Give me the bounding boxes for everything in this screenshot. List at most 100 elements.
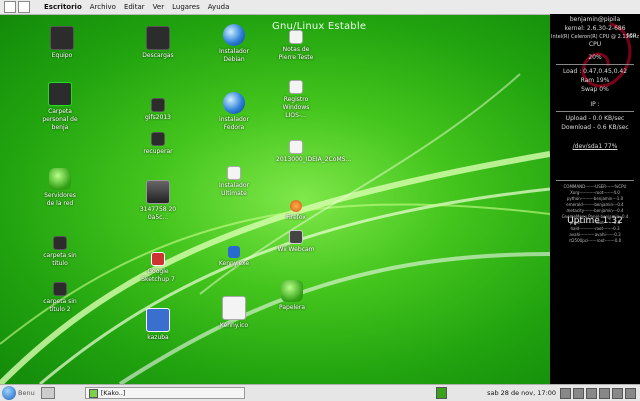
desktop-icon-equipo[interactable]: Equipo [42,26,82,60]
network-icon [49,168,71,190]
installer-globe-icon [223,92,245,114]
desktop-icon-home[interactable]: Carpeta personal de benja [40,82,80,132]
icon-label: gifs2013 [145,114,171,121]
desktop-icon-image[interactable]: 3147758 20 0a5c... [138,180,178,222]
icon-label: Servidores de la red [44,192,76,207]
icon-label: recuperar [143,148,173,155]
desktop-icon-installer-ultimate[interactable]: Instalador Ultimate [214,166,254,198]
wallpaper-swoosh [0,73,550,384]
tray-icon[interactable] [586,387,597,399]
icon-label: Wii Webcam [277,246,315,253]
icon-label: Descargas [142,52,174,59]
desktop-wallpaper [0,14,550,384]
computer-icon [50,26,74,50]
conky-ip: IP : [590,101,600,108]
icon-label: Equipo [51,52,73,59]
icon-label: 3147758 20 0a5c... [139,206,177,221]
panel-launchers [4,1,30,13]
webcam-icon [289,230,303,244]
desktop-icon-gifs[interactable]: gifs2013 [138,98,178,122]
desktop-icon-installer-fedora[interactable]: instalador Fedora [214,92,254,132]
tray-icon[interactable] [625,387,636,399]
menu-escritorio[interactable]: Escritorio [40,3,86,11]
tray-icon[interactable] [599,387,610,399]
icon-label: 2013000_IDEIA_2CoMS... [276,156,352,163]
icon-label: Instalador Debian [218,48,250,63]
taskbar-button[interactable]: [Kako..] [84,387,245,399]
desktop-icon-webcam[interactable]: Wii Webcam [276,230,316,254]
launcher-icon[interactable] [18,1,30,13]
system-tray [560,387,636,399]
conky-swap: Swap 0% [581,86,609,93]
menu-archivo[interactable]: Archivo [86,3,120,11]
desktop-icon-notas[interactable]: Notas de Pierre Teste [276,30,316,62]
show-desktop-icon[interactable] [40,387,55,399]
desktop-icon-descargas[interactable]: Descargas [138,26,178,60]
folder-icon [151,98,165,112]
conky-disk: /dev/sda1 77% [572,143,618,150]
document-icon [222,296,246,320]
desktop-icon-network[interactable]: Servidores de la red [40,168,80,208]
menu-ver[interactable]: Ver [149,3,168,11]
icon-label: kazuba [147,334,169,341]
volume-tray-icon[interactable] [573,387,584,399]
folder-icon [151,132,165,146]
desktop-icon-kazuba[interactable]: kazuba [138,308,178,342]
icon-label: Kenny.exe [218,260,250,267]
icon-label: Google Sketchup 7 [141,268,175,283]
launcher-icon[interactable] [4,1,16,13]
menu-lugares[interactable]: Lugares [168,3,204,11]
desktop-icon-kenny-ico[interactable]: Kenny.ico [214,296,254,330]
executable-icon [228,246,240,258]
desktop-icon-folder-2[interactable]: carpeta sin título 2 [40,282,80,314]
desktop-icon-registro[interactable]: Registro Windows LIOS-... [276,80,316,120]
conky-ram: Ram 19% [580,77,610,84]
conky-divider [556,180,634,181]
desktop-icon-2013000[interactable]: 2013000_IDEIA_2CoMS... [276,140,352,164]
menu-ayuda[interactable]: Ayuda [204,3,234,11]
icon-label: carpeta sin título 2 [43,298,77,313]
start-menu-label[interactable]: Benu [18,389,35,397]
desktop-icon-recuperar[interactable]: recuperar [138,132,178,156]
trash-icon [281,280,303,302]
start-menu-icon[interactable] [2,386,16,400]
document-icon [289,30,303,44]
desktop-icon-kenny-exe[interactable]: Kenny.exe [214,246,254,268]
desktop-icon-firefox[interactable]: Firefox [276,200,316,222]
document-icon [289,140,303,154]
desktop-icon-installer-debian[interactable]: Instalador Debian [214,24,254,64]
conky-system-monitor: benjamin@pipila kernel: 2.6.30-2-686 Int… [550,14,640,384]
menu-editar[interactable]: Editar [120,3,149,11]
bottom-panel: Benu [Kako..] sab 28 de nov, 17:00 [0,384,640,401]
conky-cpu-pct: 20% [588,54,602,61]
network-tray-icon[interactable] [560,387,571,399]
tray-icon[interactable] [612,387,623,399]
conky-proc-row: rt2500pci------root-------0.0 [568,238,622,243]
installer-icon [227,166,241,180]
icon-label: carpeta sin título [43,252,77,267]
tray-app-icon[interactable] [436,387,448,399]
desktop-icon-papelera[interactable]: Papelera [272,280,312,312]
home-folder-icon [48,82,72,106]
firefox-icon [290,200,302,212]
icon-label: Instalador Ultimate [218,182,250,197]
app-icon [146,308,170,332]
conky-user: benjamin@pipila [569,16,621,23]
clock[interactable]: sab 28 de nov, 17:00 [487,389,556,397]
icon-label: Firefox [286,214,306,221]
icon-label: Registro Windows LIOS-... [282,96,310,119]
folder-icon [53,282,67,296]
conky-load: Load : 0.47,0.45,0.42 [562,68,628,75]
desktop-icon-sketchup[interactable]: Google Sketchup 7 [138,252,178,284]
conky-upload: Upload - 0.0 KB/sec [565,115,625,122]
conky-cpu-label: CPU [588,41,602,48]
icon-label: Notas de Pierre Teste [278,46,314,61]
conky-divider [556,111,634,112]
taskbar-button-label: [Kako..] [100,389,126,397]
desktop-icon-folder[interactable]: carpeta sin título [40,236,80,268]
conky-divider [556,64,634,65]
conky-kernel: kernel: 2.6.30-2-686 [564,25,626,32]
icon-label: Carpeta personal de benja [42,108,78,131]
icon-label: Papelera [278,304,306,311]
top-panel: Escritorio Archivo Editar Ver Lugares Ay… [0,0,640,15]
